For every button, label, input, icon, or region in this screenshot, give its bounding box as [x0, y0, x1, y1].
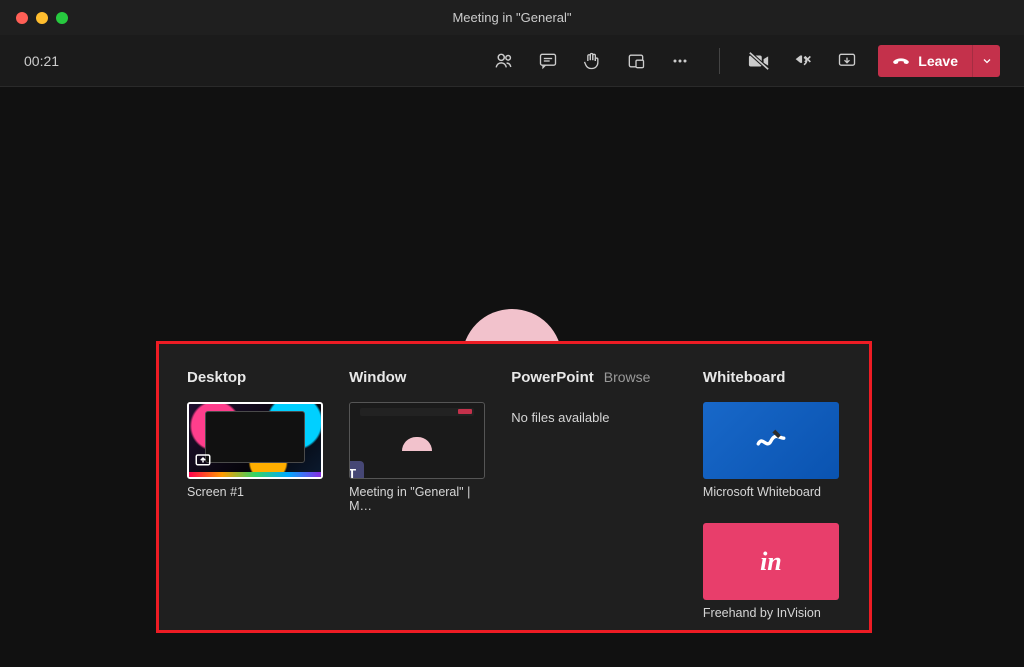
hangup-icon	[892, 52, 910, 70]
share-powerpoint-heading: PowerPoint	[511, 369, 594, 386]
leave-button[interactable]: Leave	[878, 45, 972, 77]
maximize-window-button[interactable]	[56, 12, 68, 24]
meeting-timer: 00:21	[24, 53, 59, 69]
window-title: Meeting in "General"	[452, 10, 571, 25]
close-window-button[interactable]	[16, 12, 28, 24]
teams-app-icon: T	[349, 461, 364, 479]
window-traffic-lights	[16, 12, 68, 24]
share-desktop-screen-1[interactable]	[187, 402, 323, 479]
share-window-item-1-label: Meeting in "General" | M…	[349, 485, 487, 513]
whiteboard-icon	[754, 424, 788, 458]
raise-hand-icon[interactable]	[581, 50, 603, 72]
minimize-window-button[interactable]	[36, 12, 48, 24]
share-window-heading: Window	[349, 369, 406, 386]
meeting-controlbar: 00:21	[0, 35, 1024, 87]
share-column-whiteboard: Whiteboard Microsoft Whiteboard in Freeh…	[703, 364, 841, 620]
share-content-tray: Desktop Screen #1 Window T Meeting in "G…	[156, 341, 872, 633]
chevron-down-icon	[981, 55, 993, 67]
invision-freehand-label: Freehand by InVision	[703, 606, 841, 620]
camera-off-icon[interactable]	[748, 50, 770, 72]
share-whiteboard-heading: Whiteboard	[703, 369, 786, 386]
separator	[719, 48, 720, 74]
microsoft-whiteboard-tile[interactable]	[703, 402, 839, 479]
share-window-item-1[interactable]: T	[349, 402, 485, 479]
leave-button-label: Leave	[918, 53, 958, 69]
invision-icon: in	[760, 547, 782, 577]
leave-more-button[interactable]	[972, 45, 1000, 77]
share-overlay-icon	[194, 452, 212, 470]
share-column-window: Window T Meeting in "General" | M…	[349, 364, 487, 620]
share-column-desktop: Desktop Screen #1	[187, 364, 325, 620]
powerpoint-empty-label: No files available	[511, 410, 679, 425]
share-desktop-screen-1-label: Screen #1	[187, 485, 325, 499]
browse-powerpoint-button[interactable]: Browse	[604, 369, 651, 385]
chat-icon[interactable]	[537, 50, 559, 72]
share-desktop-heading: Desktop	[187, 369, 246, 386]
share-column-powerpoint: PowerPoint Browse No files available	[511, 364, 679, 620]
mic-muted-icon[interactable]	[792, 50, 814, 72]
share-screen-icon[interactable]	[836, 50, 858, 72]
more-actions-icon[interactable]	[669, 50, 691, 72]
microsoft-whiteboard-label: Microsoft Whiteboard	[703, 485, 841, 499]
participants-icon[interactable]	[493, 50, 515, 72]
invision-freehand-tile[interactable]: in	[703, 523, 839, 600]
breakout-rooms-icon[interactable]	[625, 50, 647, 72]
titlebar: Meeting in "General"	[0, 0, 1024, 35]
